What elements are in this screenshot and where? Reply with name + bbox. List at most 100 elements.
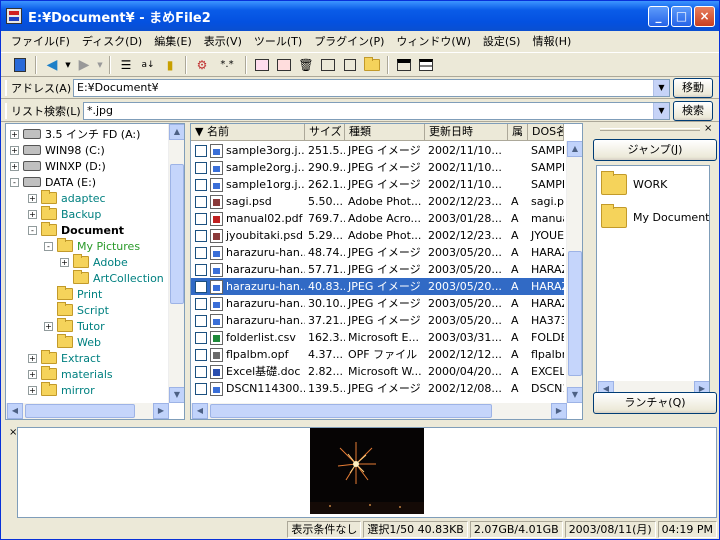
table-row[interactable]: DSCN114300...139.5...JPEG イメージ 2002/12/08… — [191, 380, 564, 397]
menu-item[interactable]: ファイル(F) — [5, 33, 76, 49]
row-checkbox[interactable] — [195, 365, 207, 378]
expand-toggle-icon[interactable]: + — [28, 193, 37, 203]
list-vscroll[interactable]: ▲ ▼ — [566, 141, 582, 403]
table-row[interactable]: folderlist.csv 162.3...Microsoft E... 2003… — [191, 329, 564, 346]
jump-button[interactable]: ジャンプ(J) — [593, 139, 717, 161]
expand-toggle-icon[interactable]: - — [44, 241, 53, 251]
row-checkbox[interactable] — [195, 314, 207, 327]
tree-node[interactable]: + Tutor — [44, 318, 105, 334]
search-button[interactable]: 検索 — [673, 100, 713, 121]
row-checkbox[interactable] — [195, 382, 207, 395]
column-header[interactable]: DOS名 — [528, 124, 564, 140]
window-single-icon[interactable] — [394, 55, 414, 75]
menu-item[interactable]: 編集(E) — [148, 33, 198, 49]
window-split-icon[interactable] — [416, 55, 436, 75]
table-row[interactable]: harazuru-han...37.21...JPEG イメージ 2003/05/… — [191, 312, 564, 329]
maximize-button[interactable]: □ — [671, 6, 692, 27]
list-hscroll[interactable]: ◀ ▶ — [191, 403, 567, 419]
tree-node[interactable]: + WINXP (D:) — [10, 158, 106, 174]
expand-toggle-icon[interactable]: + — [10, 129, 19, 139]
expand-toggle-icon[interactable]: + — [60, 257, 69, 267]
scroll-left-icon[interactable]: ◀ — [192, 403, 208, 419]
table-row[interactable]: sagi.psd 5.50... Adobe Phot... 2002/12/23..… — [191, 193, 564, 210]
expand-toggle-icon[interactable]: + — [44, 321, 53, 331]
table-row[interactable]: flpalbm.opf 4.37... OPF ファイル 2002/12/12... A… — [191, 346, 564, 363]
column-header[interactable]: ▼ 名前 — [191, 124, 305, 140]
table-row[interactable]: sample3org.j...251.5...JPEG イメージ 2002/11/… — [191, 142, 564, 159]
row-checkbox[interactable] — [195, 263, 207, 276]
table-row[interactable]: harazuru-han...30.10...JPEG イメージ 2003/05/… — [191, 295, 564, 312]
file-list[interactable]: ▼ 名前 サイズ 種類 更新日時属 DOS名 ▲ ▼ ◀ ▶ sample3org.j.… — [190, 123, 583, 420]
new-folder-icon[interactable] — [362, 55, 382, 75]
column-header[interactable]: 種類 — [345, 124, 425, 140]
tree-node[interactable]: + Adobe — [60, 254, 128, 270]
copy-icon[interactable] — [252, 55, 272, 75]
tree-node[interactable]: - My Pictures — [44, 238, 140, 254]
tree-node[interactable]: ArtCollection — [60, 270, 164, 286]
jump-item[interactable]: My Documents — [601, 204, 709, 228]
search-dropdown-icon[interactable]: ▼ — [653, 102, 669, 119]
row-checkbox[interactable] — [195, 348, 207, 361]
properties-icon[interactable] — [340, 55, 360, 75]
table-row[interactable]: Excel基礎.doc 2.82... Microsoft W... 2000/04/… — [191, 363, 564, 380]
row-checkbox[interactable] — [195, 178, 207, 191]
tree-node[interactable]: Web — [44, 334, 101, 350]
table-row[interactable]: harazuru-han...40.83...JPEG イメージ 2003/05/… — [191, 278, 564, 295]
list-vscroll-thumb[interactable] — [568, 251, 582, 376]
table-row[interactable]: sample2org.j...290.9...JPEG イメージ 2002/11/… — [191, 159, 564, 176]
sort-icon[interactable]: a↓ — [138, 55, 158, 75]
row-checkbox[interactable] — [195, 229, 207, 242]
expand-toggle-icon[interactable]: - — [10, 177, 19, 187]
menu-item[interactable]: 表示(V) — [198, 33, 248, 49]
tree-node[interactable]: - Document — [28, 222, 124, 238]
launcher-button[interactable]: ランチャ(Q) — [593, 392, 717, 414]
column-header[interactable]: 属 — [508, 124, 528, 140]
list-hscroll-thumb[interactable] — [210, 404, 492, 418]
scroll-right-icon[interactable]: ▶ — [153, 403, 169, 419]
panel-grip[interactable] — [600, 128, 700, 131]
expand-toggle-icon[interactable]: + — [10, 145, 19, 155]
scroll-up-icon[interactable]: ▲ — [169, 124, 184, 140]
row-checkbox[interactable] — [195, 246, 207, 259]
scroll-right-icon[interactable]: ▶ — [551, 403, 567, 419]
tree-node[interactable]: + mirror — [28, 382, 95, 398]
menu-item[interactable]: プラグイン(P) — [308, 33, 390, 49]
minimize-button[interactable]: _ — [648, 6, 669, 27]
expand-toggle-icon[interactable]: + — [28, 209, 37, 219]
column-header[interactable]: サイズ — [305, 124, 345, 140]
tree-node[interactable]: - DATA (E:) — [10, 174, 96, 190]
scroll-down-icon[interactable]: ▼ — [567, 387, 582, 403]
table-row[interactable]: harazuru-han...48.74...JPEG イメージ 2003/05/… — [191, 244, 564, 261]
tree-vscroll-thumb[interactable] — [170, 164, 184, 304]
go-button[interactable]: 移動 — [673, 77, 713, 98]
app-icon[interactable] — [6, 8, 22, 24]
expand-toggle-icon[interactable]: + — [28, 353, 37, 363]
tree-node[interactable]: + adaptec — [28, 190, 106, 206]
jump-item[interactable]: WORK — [601, 171, 667, 195]
tree-node[interactable]: + Backup — [28, 206, 101, 222]
scroll-left-icon[interactable]: ◀ — [7, 403, 23, 419]
row-checkbox[interactable] — [195, 144, 207, 157]
tree-node[interactable]: + WIN98 (C:) — [10, 142, 105, 158]
row-checkbox[interactable] — [195, 297, 207, 310]
column-header[interactable]: 更新日時 — [425, 124, 508, 140]
chart-icon[interactable]: ▮ — [160, 55, 180, 75]
search-input[interactable]: *.jpg ▼ — [83, 101, 670, 120]
bookmark-icon[interactable] — [10, 55, 30, 75]
row-checkbox[interactable] — [195, 195, 207, 208]
table-row[interactable]: jyoubitaki.psd 5.29... Adobe Phot... 2002/1… — [191, 227, 564, 244]
tree-node[interactable]: + materials — [28, 366, 113, 382]
forward-dropdown-icon[interactable]: ▼ — [96, 55, 104, 75]
menu-item[interactable]: ウィンドウ(W) — [390, 33, 476, 49]
menu-item[interactable]: ディスク(D) — [76, 33, 148, 49]
address-dropdown-icon[interactable]: ▼ — [653, 79, 669, 96]
expand-toggle-icon[interactable]: + — [28, 369, 37, 379]
row-checkbox[interactable] — [195, 331, 207, 344]
filter-icon[interactable]: ⚙ — [192, 55, 212, 75]
wildcard-label[interactable]: *.* — [214, 55, 240, 75]
panel-close-icon[interactable]: × — [704, 123, 712, 134]
title-bar[interactable]: E:¥Document¥ - まめFile2 _ □ × — [1, 1, 719, 31]
scroll-up-icon[interactable]: ▲ — [567, 141, 582, 157]
scroll-down-icon[interactable]: ▼ — [169, 387, 184, 403]
tree-node[interactable]: + Extract — [28, 350, 100, 366]
